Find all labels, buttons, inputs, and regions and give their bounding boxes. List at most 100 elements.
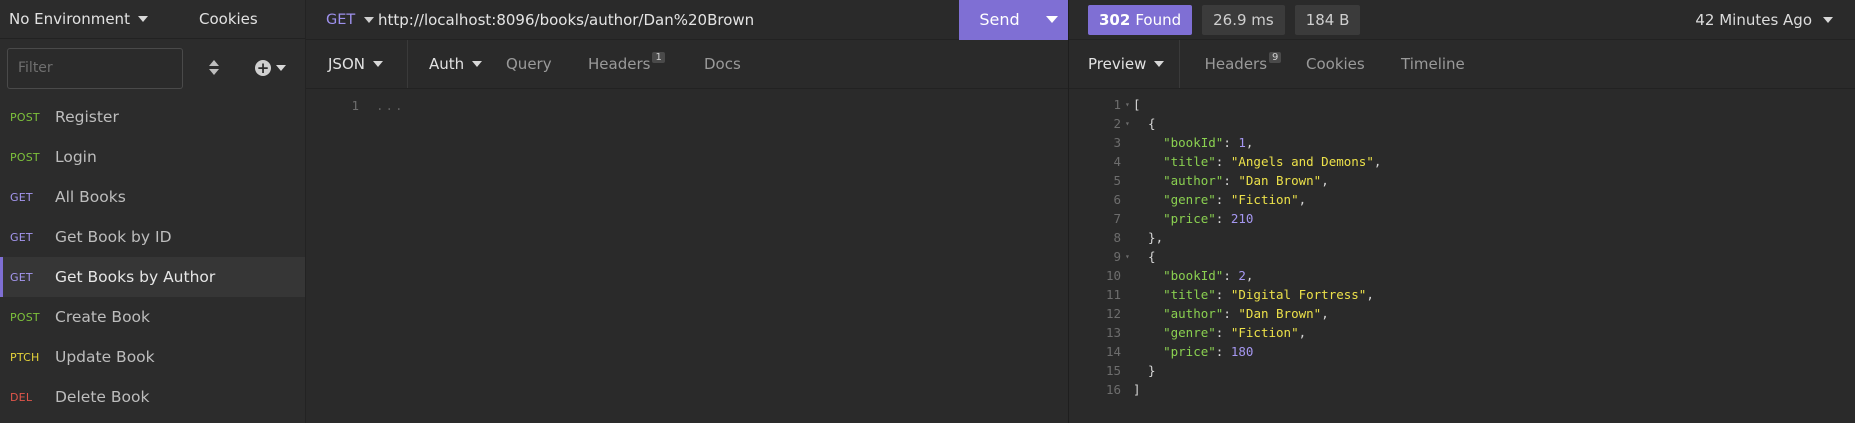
chevron-down-icon [276,65,286,71]
response-size-badge: 184 B [1294,4,1361,35]
line-number: 4 [1113,154,1121,169]
code-text: ] [1133,382,1141,397]
sidebar-item-register[interactable]: POST Register [0,97,305,137]
code-text: "price": 180 [1163,344,1254,359]
tab-docs[interactable]: Docs [704,40,741,88]
code-text: }, [1133,230,1164,245]
code-text: "bookId": 1, [1163,135,1254,150]
code-line: 7 "price": 210 [1069,209,1855,228]
response-headers-count-badge: 9 [1269,51,1282,63]
fold-toggle-icon[interactable]: ▾ [1121,100,1133,109]
sidebar-item-login[interactable]: POST Login [0,137,305,177]
editor-line: 1 ... [306,96,1068,115]
code-line: 12 "author": "Dan Brown", [1069,304,1855,323]
line-number: 16 [1105,382,1121,397]
tab-auth-label: Auth [429,55,465,73]
sidebar-item-get-books-by-author[interactable]: GET Get Books by Author [0,257,305,297]
code-text: "genre": "Fiction", [1163,192,1307,207]
method-badge: GET [10,230,33,244]
request-name: Get Book by ID [55,228,172,246]
response-preview[interactable]: 1 ▾[2 ▾ {3 "bookId": 1, 4 "title": "Angels … [1069,89,1855,399]
send-button[interactable]: Send [959,0,1068,40]
code-text: [ [1133,97,1141,112]
chevron-down-icon [364,16,375,23]
chevron-down-icon [472,61,483,67]
request-body-editor[interactable]: 1 ... [306,89,1068,115]
request-name: Get Books by Author [55,268,216,286]
sidebar-item-all-books[interactable]: GET All Books [0,177,305,217]
plus-circle-icon: + [255,59,271,77]
method-selector[interactable]: GET [306,12,378,28]
url-input[interactable]: http://localhost:8096/books/author/Dan%2… [378,11,959,29]
response-time-badge: 26.9 ms [1202,4,1285,35]
sidebar-item-update-book[interactable]: PTCH Update Book [0,337,305,377]
code-text: "author": "Dan Brown", [1163,173,1329,188]
tab-response-headers-label: Headers [1204,55,1268,73]
sidebar-item-create-book[interactable]: POST Create Book [0,297,305,337]
sort-icon[interactable] [207,59,221,77]
add-request-button[interactable]: + [255,60,286,76]
sidebar-item-delete-book[interactable]: DEL Delete Book [0,377,305,417]
line-number: 1 [1113,97,1121,112]
filter-input[interactable] [7,47,183,89]
environment-label: No Environment [9,10,130,28]
code-line: 13 "genre": "Fiction", [1069,323,1855,342]
code-text: } [1133,363,1156,378]
response-tabs: Preview Headers 9 Cookies Timeline [1069,40,1855,89]
sidebar-header: No Environment Cookies [0,0,305,39]
line-number: 7 [1113,211,1121,226]
code-line: 6 "genre": "Fiction", [1069,190,1855,209]
status-text: Found [1135,10,1182,29]
line-number: 3 [1113,135,1121,150]
fold-toggle-icon[interactable]: ▾ [1121,252,1133,261]
code-line: 8 }, [1069,228,1855,247]
headers-count-badge: 1 [652,51,665,63]
tab-docs-label: Docs [704,55,741,73]
cookies-button[interactable]: Cookies [183,10,258,28]
code-line: 16] [1069,380,1855,399]
sidebar-item-get-book-by-id[interactable]: GET Get Book by ID [0,217,305,257]
tab-preview[interactable]: Preview [1069,40,1180,88]
request-name: Update Book [55,348,155,366]
line-number: 5 [1113,173,1121,188]
code-line: 1 ▾[ [1069,95,1855,114]
tab-response-cookies-label: Cookies [1306,55,1365,73]
code-text: "price": 210 [1163,211,1254,226]
tab-timeline[interactable]: Timeline [1401,40,1501,88]
code-line: 2 ▾ { [1069,114,1855,133]
line-number: 9 [1113,249,1121,264]
send-options-chevron-icon[interactable] [1046,16,1058,23]
code-text: { [1133,249,1156,264]
request-name: Delete Book [55,388,150,406]
tab-body-json[interactable]: JSON [306,40,408,88]
line-number: 8 [1113,230,1121,245]
code-text: "author": "Dan Brown", [1163,306,1329,321]
method-badge: POST [10,150,40,164]
method-badge: GET [10,270,33,284]
code-text: "bookId": 2, [1163,268,1254,283]
tab-preview-label: Preview [1088,55,1147,73]
tab-json-label: JSON [328,55,365,73]
tab-response-headers[interactable]: Headers 9 [1180,40,1306,88]
tab-auth[interactable]: Auth [408,40,506,88]
history-dropdown[interactable]: 42 Minutes Ago [1695,11,1833,29]
body-placeholder: ... [376,98,405,113]
code-line: 4 "title": "Angels and Demons", [1069,152,1855,171]
tab-response-cookies[interactable]: Cookies [1306,40,1401,88]
chevron-down-icon [1154,61,1165,67]
chevron-down-icon [1823,16,1833,23]
request-name: Create Book [55,308,151,326]
request-name: Register [55,108,119,126]
line-number: 1 [351,98,359,113]
line-number: 6 [1113,192,1121,207]
line-number: 14 [1105,344,1121,359]
line-number: 12 [1105,306,1121,321]
code-text: "title": "Angels and Demons", [1163,154,1382,169]
request-name: Login [55,148,97,166]
fold-toggle-icon[interactable]: ▾ [1121,119,1133,128]
tab-headers[interactable]: Headers 1 [588,40,704,88]
code-line: 5 "author": "Dan Brown", [1069,171,1855,190]
response-status-bar: 302 Found 26.9 ms 184 B 42 Minutes Ago [1069,0,1855,40]
tab-query[interactable]: Query [506,40,588,88]
environment-selector[interactable]: No Environment [0,0,183,38]
